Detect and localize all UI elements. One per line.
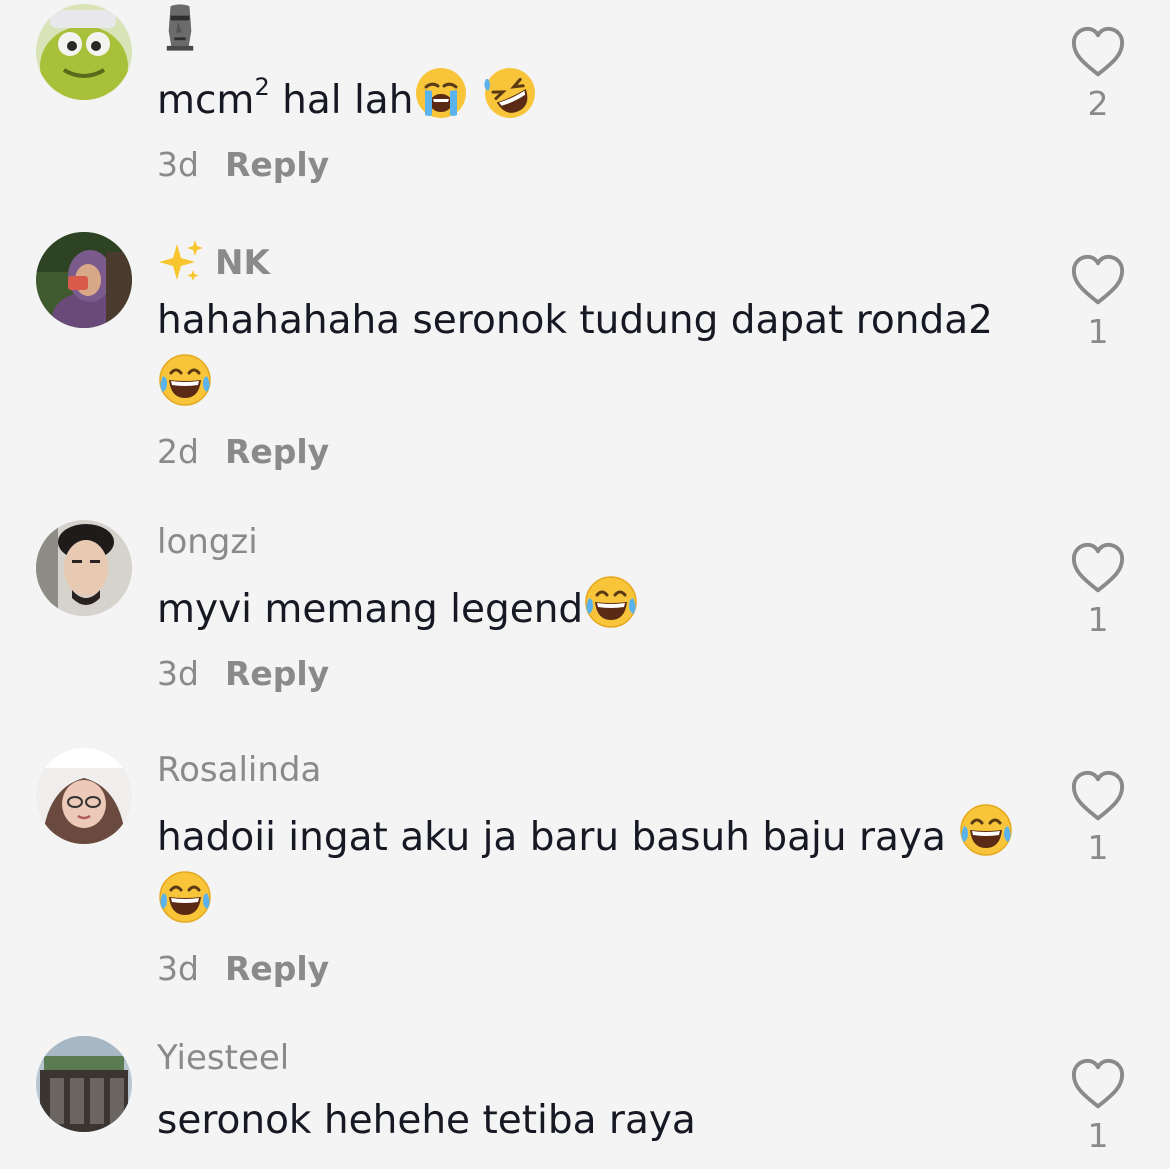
- heart-icon: [1070, 254, 1126, 306]
- username[interactable]: Yiesteel: [157, 1038, 1027, 1086]
- avatar[interactable]: [36, 4, 132, 100]
- avatar[interactable]: [36, 232, 132, 328]
- comment-text-part: hal lah: [269, 78, 414, 123]
- like-button[interactable]: 1: [1068, 254, 1128, 352]
- comment-meta: 3d Reply: [157, 142, 1027, 188]
- username[interactable]: NK: [157, 238, 1027, 286]
- timestamp: 3d: [157, 949, 199, 988]
- comment-text-part: mcm: [157, 78, 255, 123]
- heart-icon: [1070, 26, 1126, 78]
- like-button[interactable]: 1: [1068, 770, 1128, 868]
- tears-of-joy-icon: [958, 802, 1014, 858]
- comment-text-part: hadoii ingat aku ja baru basuh baju raya: [157, 815, 959, 860]
- tears-of-joy-icon: [157, 352, 213, 408]
- like-count: 1: [1087, 828, 1109, 867]
- reply-button[interactable]: Reply: [225, 145, 329, 184]
- comment-text: myvi memang legend: [157, 574, 1027, 641]
- timestamp: 2d: [157, 432, 199, 471]
- heart-icon: [1070, 770, 1126, 822]
- username[interactable]: longzi: [157, 522, 1027, 570]
- like-button[interactable]: 1: [1068, 542, 1128, 640]
- rolling-laughing-icon: [482, 65, 538, 121]
- heart-icon: [1070, 542, 1126, 594]
- comment-text-part: seronok hehehe tetiba raya: [157, 1098, 696, 1143]
- tears-of-joy-icon: [583, 574, 639, 630]
- comment-text: hahahahaha seronok tudung dapat ronda2: [157, 290, 1027, 419]
- reply-button[interactable]: Reply: [225, 432, 329, 471]
- comment-meta: 2d Reply: [157, 429, 1027, 475]
- timestamp: 3d: [157, 654, 199, 693]
- heart-icon: [1070, 1058, 1126, 1110]
- like-count: 2: [1087, 84, 1109, 123]
- comment-meta: 3d Reply: [157, 946, 1027, 992]
- username[interactable]: [157, 2, 1027, 50]
- comment-text: seronok hehehe tetiba raya: [157, 1090, 1027, 1152]
- username[interactable]: Rosalinda: [157, 750, 1027, 798]
- avatar[interactable]: [36, 748, 132, 844]
- comment-text-part: myvi memang legend: [157, 587, 584, 632]
- avatar[interactable]: [36, 520, 132, 616]
- reply-button[interactable]: Reply: [225, 949, 329, 988]
- tears-of-joy-icon: [157, 869, 213, 925]
- comment-text: hadoii ingat aku ja baru basuh baju raya: [157, 802, 1027, 936]
- avatar[interactable]: [36, 1036, 132, 1132]
- superscript: 2: [254, 73, 270, 101]
- comment-text-part: hahahahaha seronok tudung dapat ronda2: [157, 298, 993, 343]
- moai-icon: [163, 2, 197, 52]
- timestamp: 3d: [157, 145, 199, 184]
- like-count: 1: [1087, 600, 1109, 639]
- comment-text: mcm2 hal lah: [157, 56, 1027, 132]
- crying-face-icon: [413, 65, 469, 121]
- sparkles-icon: [157, 238, 205, 286]
- like-button[interactable]: 2: [1068, 26, 1128, 124]
- reply-button[interactable]: Reply: [225, 654, 329, 693]
- like-count: 1: [1087, 312, 1109, 351]
- comment-meta: 3d Reply: [157, 651, 1027, 697]
- like-count: 1: [1087, 1116, 1109, 1155]
- comment-list: mcm2 hal lah 3d Reply 2 NK hahahahaha se…: [0, 0, 1170, 1169]
- like-button[interactable]: 1: [1068, 1058, 1128, 1156]
